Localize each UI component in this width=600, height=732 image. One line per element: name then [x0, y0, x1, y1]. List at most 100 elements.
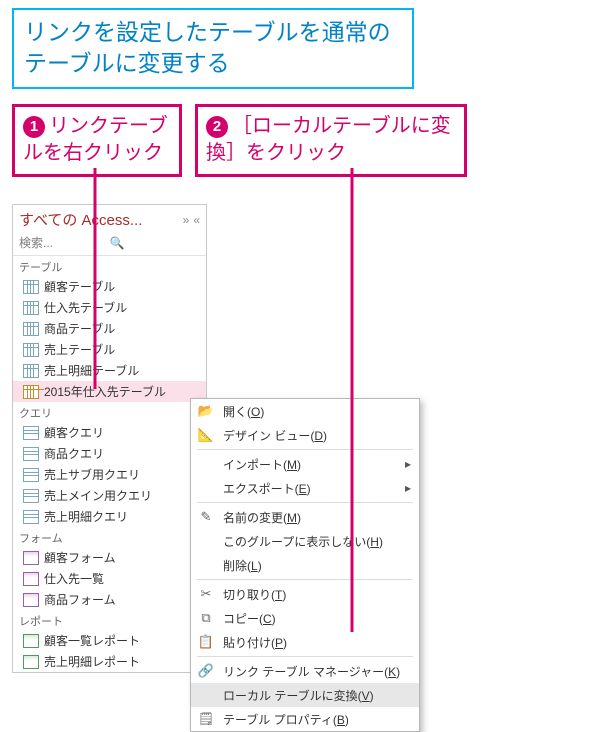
menu-mnemonic: P [275, 636, 283, 650]
menu-cut[interactable]: ✂切り取り(T) [191, 582, 419, 606]
query-row[interactable]: 顧客クエリ [13, 422, 206, 443]
instruction-box: リンクを設定したテーブルを通常のテーブルに変更する [12, 8, 414, 89]
table-row[interactable]: 売上テーブル [13, 339, 206, 360]
list-item-label: 顧客クエリ [44, 424, 104, 441]
menu-hide-in-group[interactable]: このグループに表示しない(H) [191, 529, 419, 553]
menu-mnemonic: V [362, 689, 370, 703]
menu-table-properties[interactable]: 🗒 テーブル プロパティ(B) [191, 707, 419, 731]
section-reports[interactable]: レポート [13, 610, 206, 630]
menu-label: ローカル テーブルに変換( [223, 689, 362, 703]
query-row[interactable]: 売上サブ用クエリ [13, 464, 206, 485]
menu-label-end: ) [345, 713, 349, 727]
design-icon: 📐 [197, 427, 215, 443]
menu-paste[interactable]: 📋貼り付け(P) [191, 630, 419, 654]
menu-label-end: ) [282, 588, 286, 602]
navigation-header[interactable]: すべての Access... » « [13, 205, 206, 232]
menu-label-end: ) [297, 458, 301, 472]
section-queries[interactable]: クエリ [13, 402, 206, 422]
chevron-down-icon[interactable]: » [183, 213, 190, 227]
open-icon: 📂 [197, 403, 215, 419]
context-menu: 📂開く(O) 📐デザイン ビュー(D) インポート(M)▸ エクスポート(E)▸… [190, 398, 420, 732]
nav-title: すべての Access... [19, 209, 179, 230]
menu-mnemonic: E [299, 482, 307, 496]
menu-label-end: ) [307, 482, 311, 496]
menu-label-end: ) [323, 429, 327, 443]
table-row[interactable]: 顧客テーブル [13, 276, 206, 297]
query-row[interactable]: 商品クエリ [13, 443, 206, 464]
table-row[interactable]: 売上明細テーブル [13, 360, 206, 381]
linked-table-icon [23, 385, 39, 399]
properties-icon: 🗒 [197, 711, 215, 727]
report-icon [23, 634, 39, 648]
menu-import[interactable]: インポート(M)▸ [191, 452, 419, 476]
report-row[interactable]: 顧客一覧レポート [13, 630, 206, 651]
step1-text: リンクテーブルを右クリック [23, 115, 168, 164]
menu-separator [197, 449, 413, 450]
list-item-label: 2015年仕入先テーブル [44, 383, 166, 400]
table-icon [23, 364, 39, 378]
form-row[interactable]: 顧客フォーム [13, 547, 206, 568]
list-item-label: 売上明細クエリ [44, 508, 128, 525]
section-forms[interactable]: フォーム [13, 527, 206, 547]
form-icon [23, 551, 39, 565]
table-row[interactable]: 商品テーブル [13, 318, 206, 339]
step2-text: ［ローカルテーブルに変換］をクリック [206, 115, 451, 164]
step1-callout: 1リンクテーブルを右クリック [12, 104, 182, 177]
menu-design-view[interactable]: 📐デザイン ビュー(D) [191, 423, 419, 447]
copy-icon: ⧉ [197, 610, 215, 626]
step2-number: 2 [206, 116, 228, 138]
step2-callout: 2［ローカルテーブルに変換］をクリック [195, 104, 467, 177]
report-icon [23, 655, 39, 669]
navigation-pane: すべての Access... » « 検索... 🔍 テーブル 顧客テーブル 仕… [12, 204, 207, 673]
form-icon [23, 593, 39, 607]
nav-search[interactable]: 検索... 🔍 [13, 232, 206, 256]
menu-mnemonic: D [314, 429, 323, 443]
query-row[interactable]: 売上メイン用クエリ [13, 485, 206, 506]
query-row[interactable]: 売上明細クエリ [13, 506, 206, 527]
list-item-label: 売上テーブル [44, 341, 115, 358]
search-icon: 🔍 [110, 236, 201, 250]
menu-label: テーブル プロパティ( [223, 713, 337, 727]
cut-icon: ✂ [197, 586, 215, 602]
menu-export[interactable]: エクスポート(E)▸ [191, 476, 419, 500]
table-icon [23, 280, 39, 294]
menu-label: エクスポート( [223, 482, 299, 496]
menu-mnemonic: C [263, 612, 272, 626]
menu-convert-to-local-table[interactable]: ローカル テーブルに変換(V) [191, 683, 419, 707]
table-row-selected[interactable]: 2015年仕入先テーブル [13, 381, 206, 402]
menu-label: リンク テーブル マネージャー( [223, 665, 388, 679]
menu-mnemonic: B [337, 713, 345, 727]
query-icon [23, 489, 39, 503]
menu-mnemonic: L [251, 559, 258, 573]
menu-linked-table-manager[interactable]: 🔗リンク テーブル マネージャー(K) [191, 659, 419, 683]
menu-label-end: ) [379, 535, 383, 549]
list-item-label: 顧客テーブル [44, 278, 115, 295]
list-item-label: 顧客一覧レポート [44, 632, 140, 649]
menu-copy[interactable]: ⧉コピー(C) [191, 606, 419, 630]
query-icon [23, 468, 39, 482]
list-item-label: 商品フォーム [44, 591, 116, 608]
menu-mnemonic: M [287, 458, 297, 472]
menu-label-end: ) [272, 612, 276, 626]
menu-label-end: ) [297, 511, 301, 525]
list-item-label: 仕入先一覧 [44, 570, 104, 587]
submenu-icon: ▸ [405, 457, 411, 471]
menu-open[interactable]: 📂開く(O) [191, 399, 419, 423]
report-row[interactable]: 売上明細レポート [13, 651, 206, 672]
list-item-label: 顧客フォーム [44, 549, 116, 566]
menu-label-end: ) [396, 665, 400, 679]
menu-label: 切り取り( [223, 588, 275, 602]
form-row[interactable]: 商品フォーム [13, 589, 206, 610]
menu-delete[interactable]: 削除(L) [191, 553, 419, 577]
paste-icon: 📋 [197, 634, 215, 650]
form-icon [23, 572, 39, 586]
collapse-icon[interactable]: « [193, 213, 200, 227]
section-tables[interactable]: テーブル [13, 256, 206, 276]
menu-label-end: ) [258, 559, 262, 573]
form-row[interactable]: 仕入先一覧 [13, 568, 206, 589]
menu-rename[interactable]: ✎名前の変更(M) [191, 505, 419, 529]
table-row[interactable]: 仕入先テーブル [13, 297, 206, 318]
list-item-label: 売上サブ用クエリ [44, 466, 140, 483]
list-item-label: 商品テーブル [44, 320, 115, 337]
menu-mnemonic: M [287, 511, 297, 525]
